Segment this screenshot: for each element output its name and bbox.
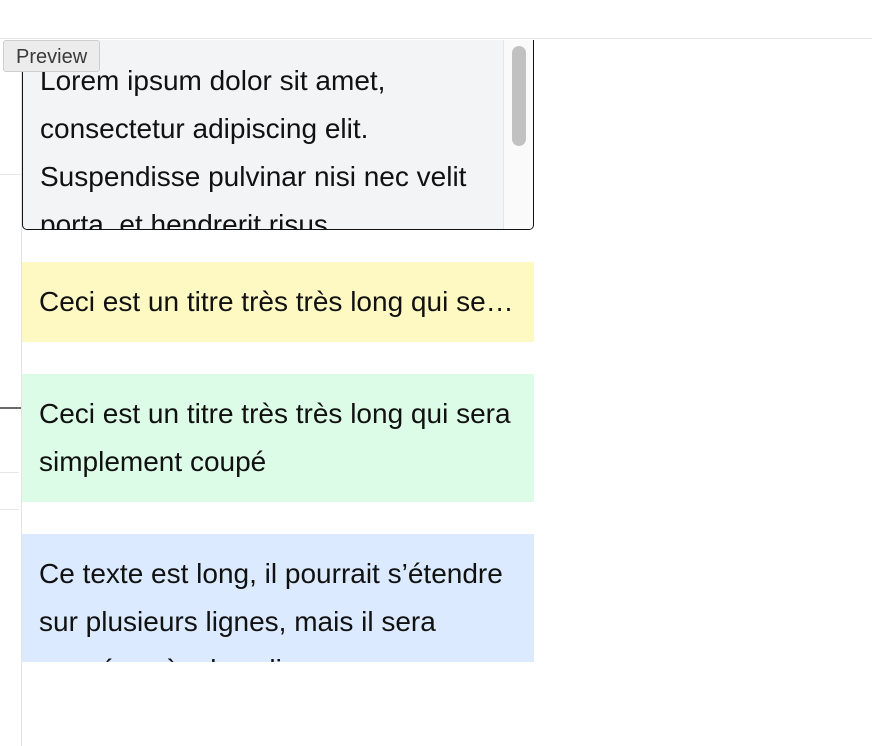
gutter-field [0,472,19,510]
preview-stage: Preview Lorem ipsum dolor sit amet, cons… [0,0,872,746]
gutter-divider [0,174,21,175]
left-gutter [0,40,22,746]
ellipsis-title-box: Ceci est un titre très très long qui ser… [22,262,534,342]
clipped-title-text: Ceci est un titre très très long qui ser… [39,398,511,477]
clamped-text: Ce texte est long, il pourrait s’étendre… [39,558,503,662]
scrollbar-thumb[interactable] [512,46,526,146]
scrollbar-track[interactable] [503,40,533,229]
clamped-text-box: Ce texte est long, il pourrait s’étendre… [22,534,534,662]
scrollable-text: Lorem ipsum dolor sit amet, consectetur … [40,65,467,230]
clipped-title-box: Ceci est un titre très très long qui ser… [22,374,534,502]
top-divider [0,38,872,39]
preview-tab[interactable]: Preview [3,40,101,72]
gutter-marker [0,407,21,409]
